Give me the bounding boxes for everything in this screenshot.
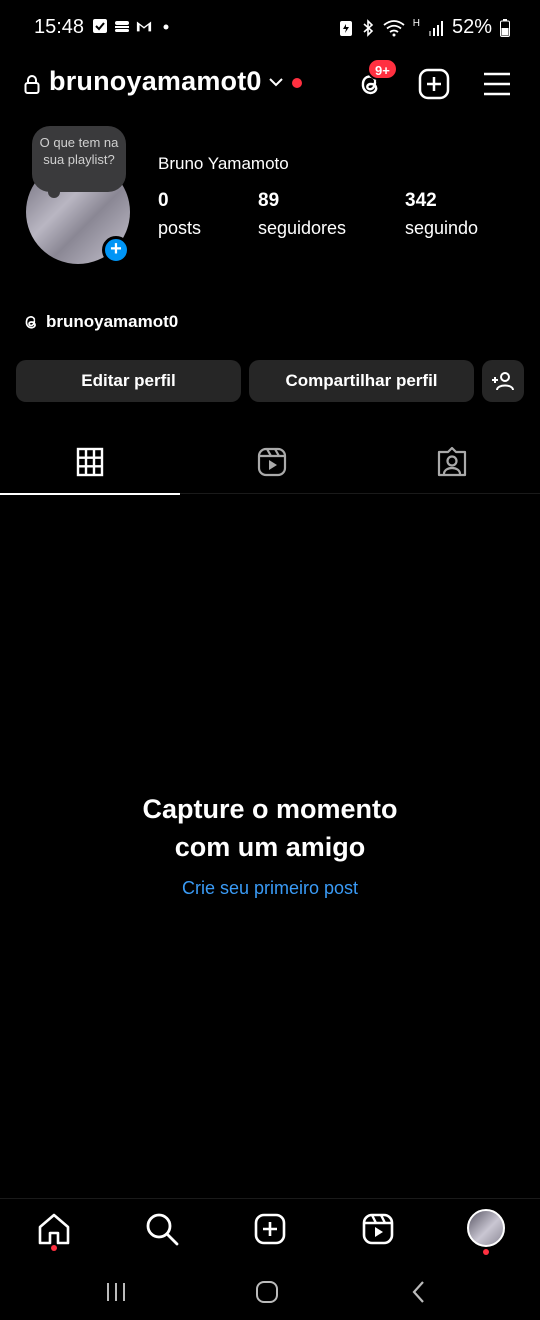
profile-full-name: Bruno Yamamoto <box>158 154 289 173</box>
battery-saver-icon <box>339 20 352 36</box>
home-notification-dot <box>51 1245 57 1251</box>
stat-followers-value: 89 <box>258 190 280 211</box>
system-navigation-bar <box>0 1262 540 1320</box>
wifi-icon <box>383 19 405 36</box>
profile-notification-dot <box>483 1249 489 1255</box>
stat-posts[interactable]: 0 posts <box>158 190 201 239</box>
stat-posts-value: 0 <box>158 190 169 211</box>
account-notification-dot <box>292 78 302 88</box>
nav-search[interactable] <box>144 1211 180 1247</box>
status-time: 15:48 <box>34 16 85 38</box>
note-bubble-tail <box>48 186 60 198</box>
empty-state-title-line2: com um amigo <box>174 832 366 862</box>
status-right-icons: H 52% <box>339 16 510 39</box>
search-icon <box>146 1213 179 1246</box>
nav-home[interactable] <box>36 1211 72 1251</box>
nav-profile-avatar <box>467 1209 505 1247</box>
stat-following-label: seguindo <box>405 218 479 238</box>
add-person-icon <box>492 372 514 391</box>
recent-apps-icon[interactable] <box>102 1278 130 1306</box>
empty-state-title: Capture o momento com um amigo <box>0 790 540 866</box>
empty-state-title-line1: Capture o momento <box>142 794 398 824</box>
profile-tabs <box>0 430 540 495</box>
create-icon <box>254 1213 286 1245</box>
network-type: H <box>412 18 420 29</box>
signal-icon <box>428 20 443 36</box>
back-button-icon[interactable] <box>405 1278 433 1306</box>
tab-reels[interactable] <box>180 430 360 494</box>
hamburger-menu-icon[interactable] <box>482 70 512 98</box>
stat-followers-label: seguidores <box>258 218 347 238</box>
home-icon <box>38 1213 70 1245</box>
nav-profile[interactable] <box>467 1209 505 1255</box>
stat-following-value: 342 <box>405 190 437 211</box>
profile-header: brunoyamamot0 9+ <box>0 58 540 106</box>
tab-active-indicator <box>0 493 180 495</box>
share-profile-button[interactable]: Compartilhar perfil <box>249 360 474 402</box>
lock-icon <box>24 75 40 94</box>
edit-profile-button[interactable]: Editar perfil <box>16 360 241 402</box>
add-story-plus-icon[interactable]: + <box>102 236 130 264</box>
stat-following[interactable]: 342 seguindo <box>405 190 478 239</box>
bluetooth-icon <box>363 18 373 37</box>
tagged-icon <box>437 446 467 477</box>
note-bubble[interactable]: O que tem na sua playlist? <box>32 126 126 192</box>
tab-posts-grid[interactable] <box>0 430 180 495</box>
battery-percent: 52% <box>451 16 492 38</box>
reels-nav-icon <box>362 1213 394 1245</box>
battery-icon <box>500 18 510 37</box>
checkbox-notification-icon <box>93 19 107 33</box>
bottom-navigation <box>0 1198 540 1260</box>
tab-tagged[interactable] <box>360 430 540 494</box>
more-notifications-dot-icon <box>163 24 169 30</box>
reels-icon <box>257 447 287 477</box>
chevron-down-icon[interactable] <box>268 76 284 88</box>
nav-reels[interactable] <box>360 1211 396 1247</box>
threads-handle: brunoyamamot0 <box>46 312 179 331</box>
nav-create[interactable] <box>252 1211 288 1247</box>
username-switcher[interactable]: brunoyamamot0 <box>49 66 262 97</box>
discover-people-button[interactable] <box>482 360 524 402</box>
create-post-icon[interactable] <box>418 68 450 100</box>
threads-small-icon <box>25 316 36 329</box>
status-notification-icons <box>92 18 174 34</box>
grid-icon <box>76 447 104 477</box>
gmail-icon <box>136 21 152 32</box>
home-button-icon[interactable] <box>253 1278 281 1306</box>
threads-profile-link[interactable]: brunoyamamot0 <box>22 312 178 332</box>
threads-notification-badge: 9+ <box>367 58 398 80</box>
food-app-icon <box>115 21 129 32</box>
create-first-post-link[interactable]: Crie seu primeiro post <box>0 878 540 899</box>
stat-posts-label: posts <box>158 218 202 238</box>
stat-followers[interactable]: 89 seguidores <box>258 190 346 239</box>
status-bar: 15:48 H 52% <box>0 0 540 56</box>
